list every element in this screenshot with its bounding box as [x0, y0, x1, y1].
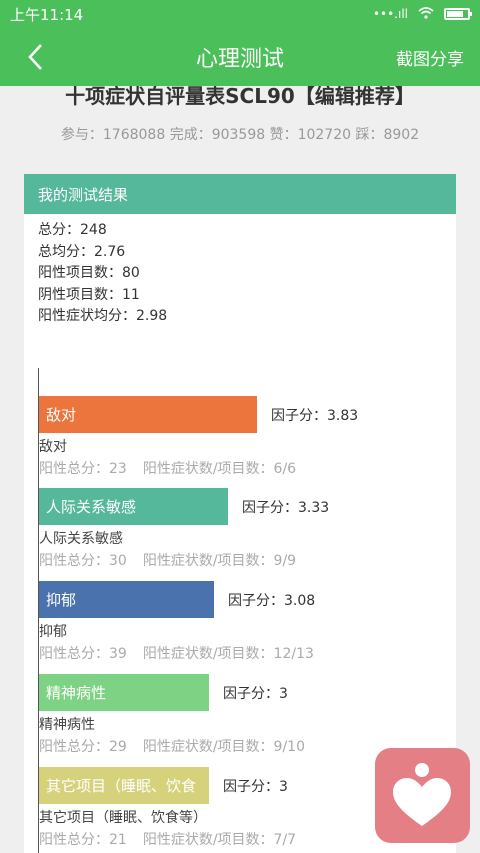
test-stats: 参与：1768088 完成：903598 赞：102720 踩：8902 [60, 127, 420, 143]
factor-score: 因子分：3 [223, 686, 288, 702]
factor-bar: 精神病性 [39, 674, 209, 711]
factor-bar: 其它项目（睡眠、饮食 [39, 767, 209, 804]
factor-bar: 人际关系敏感 [39, 488, 228, 525]
factor-score: 因子分：3.83 [271, 408, 359, 424]
factor-bar-label: 精神病性 [46, 684, 107, 702]
factor-bar-label: 其它项目（睡眠、饮食 [46, 777, 197, 795]
factor-name: 其它项目（睡眠、饮食等） [39, 810, 207, 826]
test-title: 十项症状自评量表SCL90【编辑推荐】 [65, 86, 415, 108]
positive-item-count: 阳性项目数：80 [38, 265, 140, 281]
factor-item: 抑郁 因子分：3.08 抑郁 阳性总分：39 阳性症状数/项目数：12/13 [39, 581, 316, 663]
factor-name: 抑郁 [39, 624, 67, 640]
factor-positive-total: 阳性总分：30 [39, 553, 127, 569]
factor-name: 敌对 [39, 439, 67, 455]
positive-symptom-average: 阳性症状均分：2.98 [38, 308, 168, 324]
factor-positive-total: 阳性总分：29 [39, 739, 127, 755]
factor-bar-label: 人际关系敏感 [46, 498, 137, 516]
factor-score: 因子分：3 [223, 779, 288, 795]
status-bar: 上午11:14 •••.ıll [0, 0, 480, 28]
factor-bar-label: 敌对 [46, 406, 77, 424]
factor-positive-ratio: 阳性症状数/项目数：9/9 [142, 553, 297, 569]
factor-positive-ratio: 阳性症状数/项目数：12/13 [142, 646, 314, 662]
chevron-left-icon [28, 44, 42, 70]
factor-bar-label: 抑郁 [46, 591, 77, 609]
factor-positive-total: 阳性总分：39 [39, 646, 127, 662]
heart-person-icon [393, 763, 451, 826]
factor-positive-ratio: 阳性症状数/项目数：7/7 [142, 832, 297, 848]
total-score: 总分：248 [38, 222, 107, 238]
average-score: 总均分：2.76 [38, 243, 126, 260]
factor-detail: 阳性总分：39 阳性症状数/项目数：12/13 [39, 643, 314, 663]
factor-item: 敌对 因子分：3.83 敌对 阳性总分：23 阳性症状数/项目数：6/6 [39, 396, 358, 478]
result-summary: 总分：248 总均分：2.76 阳性项目数：80 阴性项目数：11 阳性症状均分… [24, 214, 456, 328]
factor-detail: 阳性总分：30 阳性症状数/项目数：9/9 [39, 550, 296, 570]
negative-item-count: 阴性项目数：11 [38, 286, 140, 303]
status-time: 上午11:14 [10, 5, 84, 24]
scroll-content[interactable]: 十项症状自评量表SCL90【编辑推荐】 参与：1768088 完成：903598… [0, 86, 480, 853]
factor-item: 其它项目（睡眠、饮食 因子分：3 其它项目（睡眠、饮食等） 阳性总分：21 阳性症… [39, 767, 296, 849]
factor-item: 精神病性 因子分：3 精神病性 阳性总分：29 阳性症状数/项目数：9/10 [39, 674, 305, 756]
wifi-icon [418, 6, 434, 22]
factor-positive-ratio: 阳性症状数/项目数：6/6 [142, 461, 297, 477]
status-icons: •••.ıll [372, 6, 472, 22]
floating-heart-button[interactable] [375, 748, 470, 843]
factor-score: 因子分：3.08 [228, 593, 316, 609]
factor-detail: 阳性总分：23 阳性症状数/项目数：6/6 [39, 458, 296, 478]
factor-score: 因子分：3.33 [242, 500, 330, 516]
factor-bar: 抑郁 [39, 581, 214, 618]
factor-positive-total: 阳性总分：23 [39, 461, 127, 477]
app-bar: 心理测试 截图分享 [0, 28, 480, 86]
signal-icon: •••.ıll [372, 7, 408, 21]
factor-positive-ratio: 阳性症状数/项目数：9/10 [142, 739, 305, 755]
back-button[interactable] [0, 28, 70, 86]
result-card-header: 我的测试结果 [24, 174, 456, 214]
factor-item: 人际关系敏感 因子分：3.33 人际关系敏感 阳性总分：30 阳性症状数/项目数：… [39, 488, 329, 570]
factor-bar: 敌对 [39, 396, 257, 433]
screenshot-share-button[interactable]: 截图分享 [396, 45, 464, 70]
factor-detail: 阳性总分：29 阳性症状数/项目数：9/10 [39, 736, 305, 756]
factor-name: 精神病性 [39, 717, 95, 733]
factor-detail: 阳性总分：21 阳性症状数/项目数：7/7 [39, 829, 296, 849]
battery-icon [444, 8, 472, 20]
factor-name: 人际关系敏感 [39, 531, 123, 547]
factor-positive-total: 阳性总分：21 [39, 832, 127, 848]
